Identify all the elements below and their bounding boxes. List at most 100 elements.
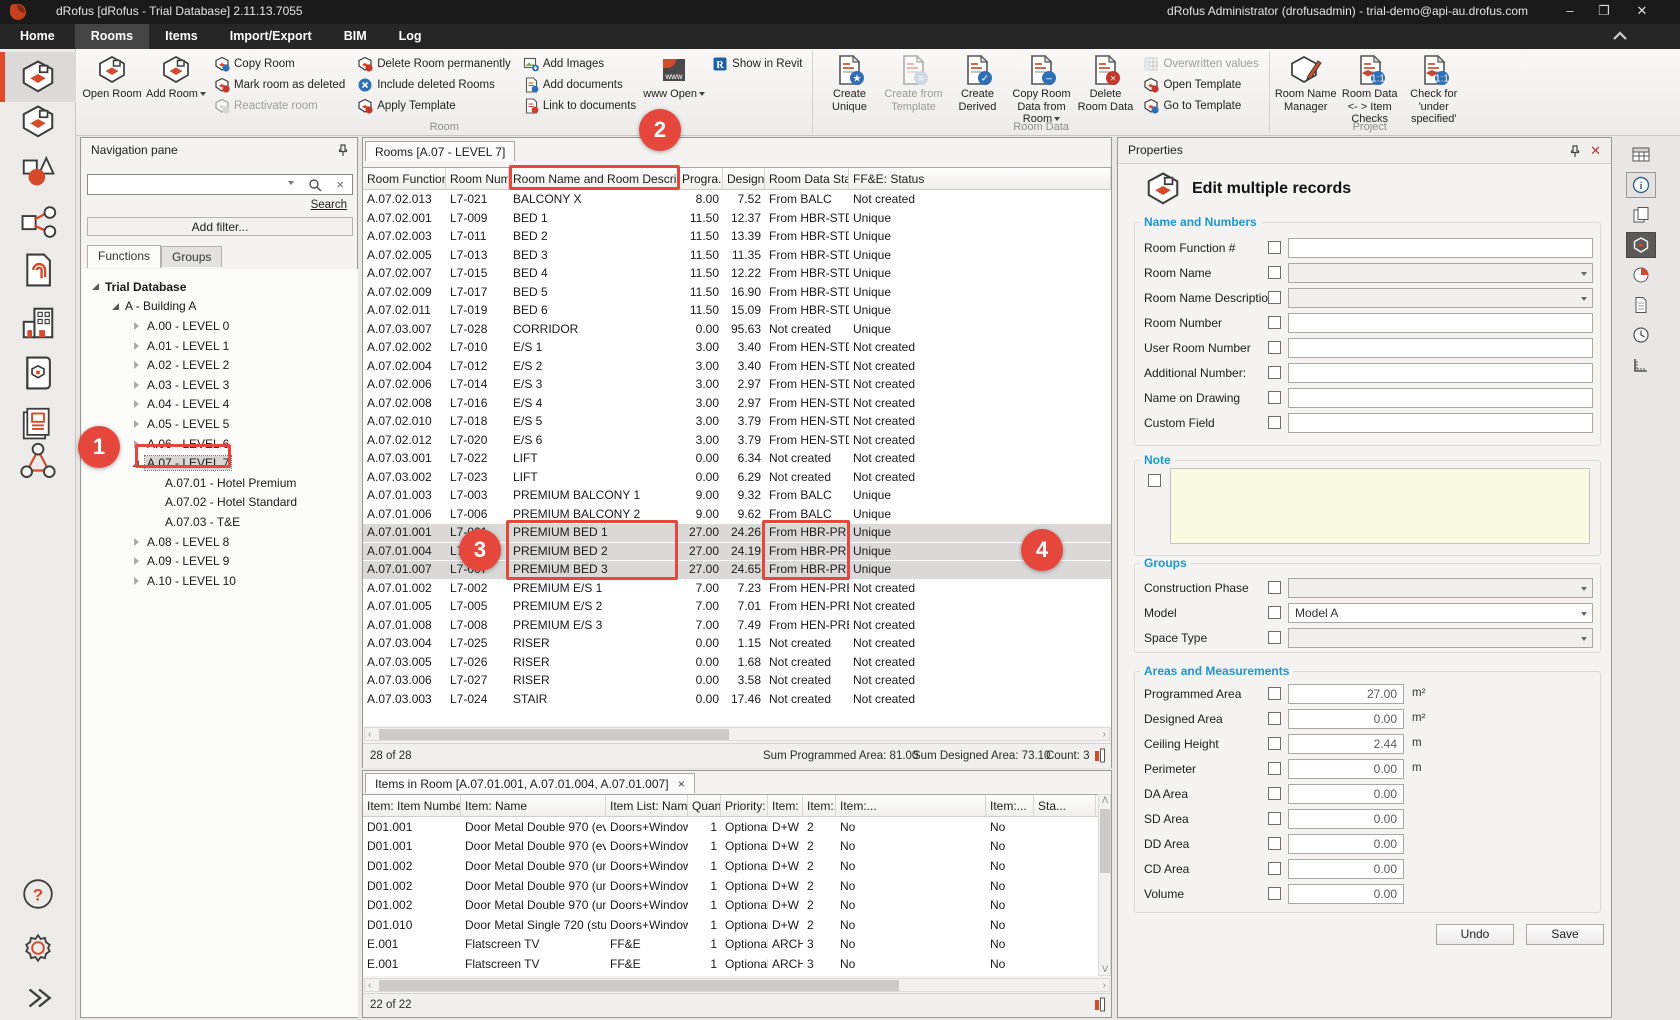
sidebar-relations-icon[interactable] bbox=[19, 442, 57, 480]
items-tab[interactable]: Items in Room [A.07.01.001, A.07.01.004,… bbox=[365, 773, 695, 793]
tree-item[interactable]: Trial Database bbox=[82, 277, 358, 297]
field-checkbox[interactable] bbox=[1268, 812, 1281, 825]
tree-item[interactable]: A.08 - LEVEL 8 bbox=[82, 532, 358, 552]
note-textarea[interactable] bbox=[1170, 468, 1590, 544]
tab-bim[interactable]: BIM bbox=[328, 24, 383, 49]
search-icon[interactable] bbox=[308, 178, 322, 192]
sidebar-item-relations-icon[interactable] bbox=[19, 203, 57, 241]
tree-item[interactable]: A.00 - LEVEL 0 bbox=[82, 316, 358, 336]
field-checkbox[interactable] bbox=[1268, 737, 1281, 750]
field-checkbox[interactable] bbox=[1268, 316, 1281, 329]
field-input-room-name-description[interactable] bbox=[1288, 288, 1593, 308]
flag-icon[interactable] bbox=[1094, 748, 1106, 763]
tree-item[interactable]: A.03 - LEVEL 3 bbox=[82, 375, 358, 395]
sidebar-reports-icon[interactable] bbox=[19, 404, 57, 442]
items-vscroll-thumb[interactable] bbox=[1100, 809, 1110, 873]
dropdown-caret-icon[interactable] bbox=[200, 92, 206, 96]
tree-item[interactable]: A.01 - LEVEL 1 bbox=[82, 336, 358, 356]
table-row[interactable]: D01.001Door Metal Double 970 (even)Doors… bbox=[363, 837, 1098, 857]
tree-item-label[interactable]: A.10 - LEVEL 10 bbox=[147, 574, 236, 588]
collapse-ribbon-icon[interactable] bbox=[1612, 30, 1628, 42]
field-checkbox[interactable] bbox=[1268, 241, 1281, 254]
column-header[interactable]: Designe... bbox=[723, 168, 765, 189]
items-hscroll-thumb[interactable] bbox=[379, 980, 899, 991]
column-header[interactable]: Room Data Status bbox=[765, 168, 849, 189]
table-row[interactable]: A.07.01.002L7-002PREMIUM E/S 17.007.23Fr… bbox=[363, 579, 1111, 598]
table-row[interactable]: A.07.01.005L7-005PREMIUM E/S 27.007.01Fr… bbox=[363, 597, 1111, 616]
tab-log[interactable]: Log bbox=[383, 24, 438, 49]
mark-room-as-deleted-button[interactable]: Mark room as deleted bbox=[211, 74, 348, 95]
field-checkbox[interactable] bbox=[1268, 687, 1281, 700]
field-checkbox[interactable] bbox=[1268, 366, 1281, 379]
tree-item[interactable]: A.10 - LEVEL 10 bbox=[82, 571, 358, 591]
column-header[interactable]: Item:... bbox=[803, 795, 836, 816]
table-row[interactable]: D01.002Door Metal Double 970 (unev...Doo… bbox=[363, 856, 1098, 876]
field-input-sd-area[interactable]: 0.00 bbox=[1288, 809, 1404, 829]
pin-icon[interactable] bbox=[1569, 145, 1581, 158]
field-checkbox[interactable] bbox=[1268, 862, 1281, 875]
room-name-manager-button[interactable]: Room Name Manager bbox=[1275, 52, 1337, 120]
table-row[interactable]: A.07.03.005L7-026RISER0.001.68Not create… bbox=[363, 653, 1111, 672]
sidebar-attachments-icon[interactable] bbox=[19, 251, 57, 289]
tree-item[interactable]: A - Building A bbox=[82, 297, 358, 317]
open-room-button[interactable]: Open Room bbox=[81, 52, 143, 120]
field-checkbox[interactable] bbox=[1268, 837, 1281, 850]
field-input-custom-field[interactable] bbox=[1288, 413, 1593, 433]
close-button[interactable]: ✕ bbox=[1628, 0, 1656, 24]
field-input-additional-number-[interactable] bbox=[1288, 363, 1593, 383]
field-input-volume[interactable]: 0.00 bbox=[1288, 884, 1404, 904]
close-tab-icon[interactable]: × bbox=[678, 777, 685, 791]
minimize-button[interactable]: – bbox=[1556, 0, 1584, 24]
table-row[interactable]: A.07.03.006L7-027RISER0.003.58Not create… bbox=[363, 671, 1111, 690]
table-row[interactable]: E.001Flatscreen TVFF&E1OptionalARCH3NoNo bbox=[363, 935, 1098, 955]
scroll-left-icon[interactable]: ‹ bbox=[368, 980, 371, 991]
rooms-tab[interactable]: Rooms [A.07 - LEVEL 7] bbox=[365, 141, 515, 161]
scroll-right-icon[interactable]: › bbox=[1103, 980, 1106, 991]
show-in-revit-button[interactable]: RShow in Revit bbox=[709, 53, 805, 74]
add-room-button[interactable]: Add Room bbox=[145, 52, 207, 120]
field-checkbox[interactable] bbox=[1268, 266, 1281, 279]
table-row[interactable]: A.07.02.011L7-019BED 611.5015.09From HBR… bbox=[363, 301, 1111, 320]
column-header[interactable]: Item:... bbox=[836, 795, 986, 816]
copy-room-button[interactable]: Copy Room bbox=[211, 53, 348, 74]
add-images-button[interactable]: Add Images bbox=[520, 53, 639, 74]
scroll-up-icon[interactable]: ᐱ bbox=[1102, 795, 1108, 806]
field-checkbox[interactable] bbox=[1268, 341, 1281, 354]
field-checkbox[interactable] bbox=[1268, 787, 1281, 800]
table-row[interactable]: A.07.02.009L7-017BED 511.5016.90From HBR… bbox=[363, 283, 1111, 302]
tree-item-label[interactable]: A.04 - LEVEL 4 bbox=[147, 397, 229, 411]
field-input-room-name[interactable] bbox=[1288, 263, 1593, 283]
column-header[interactable]: Priority: D... bbox=[721, 795, 768, 816]
column-header[interactable]: Item: Name bbox=[461, 795, 606, 816]
tree-expand-icon[interactable] bbox=[134, 342, 139, 350]
table-row[interactable]: D01.001Door Metal Double 970 (even)Doors… bbox=[363, 817, 1098, 837]
tree-item[interactable]: A.07.03 - T&E bbox=[82, 512, 358, 532]
table-row[interactable]: A.07.03.001L7-022LIFT0.006.34Not created… bbox=[363, 449, 1111, 468]
table-icon[interactable] bbox=[1626, 142, 1656, 168]
field-checkbox[interactable] bbox=[1268, 606, 1281, 619]
field-checkbox[interactable] bbox=[1268, 416, 1281, 429]
sidebar-help-icon[interactable]: ? bbox=[21, 877, 55, 911]
field-input-cd-area[interactable]: 0.00 bbox=[1288, 859, 1404, 879]
reactivate-room-button[interactable]: Reactivate room bbox=[211, 95, 348, 116]
tree-item[interactable]: A.05 - LEVEL 5 bbox=[82, 414, 358, 434]
tree-item[interactable]: A.09 - LEVEL 9 bbox=[82, 551, 358, 571]
create-unique-button[interactable]: ★Create Unique bbox=[818, 52, 880, 120]
field-input-model[interactable]: Model A bbox=[1288, 603, 1593, 623]
tab-items[interactable]: Items bbox=[149, 24, 214, 49]
delete-room-data-button[interactable]: ×Delete Room Data bbox=[1074, 52, 1136, 120]
room-data-item-checks-button[interactable]: 1:1Room Data <- > Item Checks bbox=[1339, 52, 1401, 120]
close-panel-icon[interactable]: ✕ bbox=[1590, 138, 1601, 163]
table-row[interactable]: D01.002Door Metal Double 970 (unev...Doo… bbox=[363, 895, 1098, 915]
copy-pages-icon[interactable] bbox=[1626, 202, 1656, 228]
tree-item-label[interactable]: A.00 - LEVEL 0 bbox=[147, 319, 229, 333]
render-icon[interactable] bbox=[1626, 262, 1656, 288]
flag-icon[interactable] bbox=[1094, 997, 1106, 1012]
create-derived-button[interactable]: ✓Create Derived bbox=[946, 52, 1008, 120]
tree-item[interactable]: A.04 - LEVEL 4 bbox=[82, 395, 358, 415]
field-input-room-function-[interactable] bbox=[1288, 238, 1593, 258]
search-input[interactable]: × bbox=[87, 174, 353, 195]
sidebar-room-templates-icon[interactable] bbox=[19, 103, 57, 141]
field-input-name-on-drawing[interactable] bbox=[1288, 388, 1593, 408]
save-button[interactable]: Save bbox=[1526, 924, 1604, 945]
